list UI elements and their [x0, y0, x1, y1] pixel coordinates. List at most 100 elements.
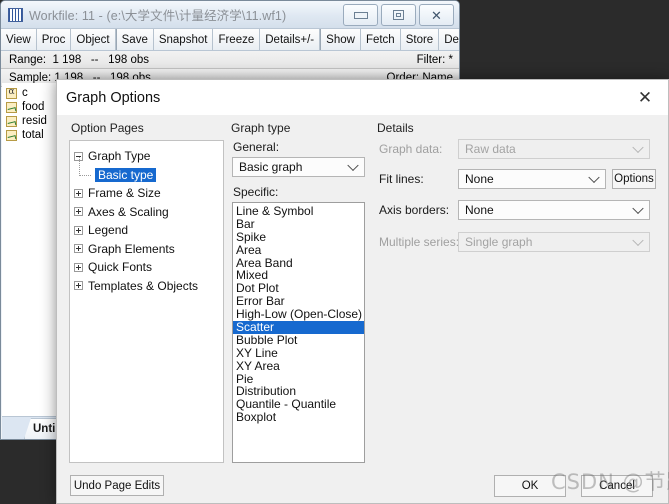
expand-expander-icon[interactable] [74, 262, 83, 272]
expand-expander-icon[interactable] [74, 188, 83, 198]
tree-node-label: Templates & Objects [88, 278, 199, 293]
graph-type-group-label: Graph type [231, 121, 291, 135]
tree-node-quick-fonts[interactable]: Quick Fonts [74, 258, 219, 277]
tree-node-label: Graph Type [88, 149, 151, 164]
list-item[interactable]: Bar [233, 217, 364, 231]
list-item[interactable]: Spike [233, 230, 364, 244]
minimize-icon [353, 11, 368, 19]
undo-page-edits-button[interactable]: Undo Page Edits [70, 475, 164, 496]
details-group-label: Details [377, 121, 414, 135]
list-item[interactable]: Line & Symbol [233, 205, 364, 218]
graph-data-value: Raw data [465, 142, 516, 156]
variable-name: resid [22, 115, 47, 127]
coefficient-icon [6, 87, 17, 99]
workfile-icon [8, 7, 23, 22]
variable-item-total[interactable]: total [2, 128, 60, 142]
fit-lines-value: None [465, 172, 494, 186]
maximize-button[interactable] [381, 4, 416, 26]
variable-item-food[interactable]: food [2, 100, 60, 114]
general-label: General: [233, 140, 280, 154]
maximize-icon [393, 10, 404, 20]
fit-lines-dropdown[interactable]: None [458, 169, 606, 189]
specific-graph-type-list[interactable]: Line & Symbol Bar Spike Area Area Band M… [232, 202, 365, 463]
chevron-down-icon [588, 171, 600, 184]
expand-expander-icon[interactable] [74, 281, 83, 291]
list-item[interactable]: Bubble Plot [233, 334, 364, 347]
general-graph-type-value: Basic graph [239, 160, 303, 174]
toolbar-button-store[interactable]: Store [401, 29, 440, 50]
toolbar-button-proc[interactable]: Proc [37, 29, 72, 50]
multiple-series-dropdown: Single graph [458, 232, 650, 252]
filter-label: Filter: * [416, 53, 453, 66]
chevron-down-icon [632, 141, 644, 154]
ok-button[interactable]: OK [494, 475, 566, 497]
window-controls: ✕ [343, 4, 454, 26]
list-item[interactable]: XY Area [233, 359, 364, 373]
dialog-body: Option Pages Graph Type Basic type Frame… [57, 115, 668, 503]
list-item[interactable]: Area [233, 243, 364, 257]
expand-expander-icon[interactable] [74, 225, 83, 235]
variable-name: c [22, 87, 28, 99]
range-row: Range: 1 198 -- 198 obs Filter: * [1, 51, 459, 69]
option-pages-label: Option Pages [71, 121, 144, 135]
toolbar-button-fetch[interactable]: Fetch [361, 29, 401, 50]
variable-item-c[interactable]: c [2, 86, 60, 100]
tree-node-label: Frame & Size [88, 186, 161, 201]
list-item-selected[interactable]: Scatter [233, 321, 364, 334]
tree-node-label: Quick Fonts [88, 260, 153, 275]
chevron-down-icon [632, 234, 644, 247]
tree-elbow-icon [79, 156, 91, 176]
dialog-close-icon[interactable]: ✕ [622, 80, 668, 115]
axis-borders-dropdown[interactable]: None [458, 200, 650, 220]
tree-node-graph-elements[interactable]: Graph Elements [74, 240, 219, 259]
tree-node-legend[interactable]: Legend [74, 221, 219, 240]
toolbar-button-freeze[interactable]: Freeze [213, 29, 261, 50]
fit-lines-options-button[interactable]: Options [612, 169, 656, 189]
expand-expander-icon[interactable] [74, 207, 83, 217]
general-graph-type-dropdown[interactable]: Basic graph [232, 157, 365, 177]
toolbar-button-snapshot[interactable]: Snapshot [154, 29, 214, 50]
tree-node-templates-objects[interactable]: Templates & Objects [74, 277, 219, 296]
chevron-down-icon [632, 202, 644, 215]
list-item[interactable]: Boxplot [233, 411, 364, 424]
dialog-title-bar: Graph Options ✕ [57, 80, 668, 115]
fit-lines-label: Fit lines: [379, 172, 424, 186]
toolbar-button-delete[interactable]: Delete [439, 29, 459, 50]
toolbar-button-show[interactable]: Show [321, 29, 361, 50]
series-icon [6, 115, 17, 127]
cancel-button[interactable]: Cancel [581, 475, 653, 497]
chevron-down-icon [347, 159, 359, 172]
series-icon [6, 101, 17, 113]
close-button[interactable]: ✕ [419, 4, 454, 26]
minimize-button[interactable] [343, 4, 378, 26]
toolbar-button-view[interactable]: View [1, 29, 37, 50]
tree-node-frame-size[interactable]: Frame & Size [74, 184, 219, 203]
expand-expander-icon[interactable] [74, 244, 83, 254]
graph-data-dropdown: Raw data [458, 139, 650, 159]
tree-node-axes-scaling[interactable]: Axes & Scaling [74, 203, 219, 222]
dialog-title: Graph Options [66, 89, 161, 106]
screen-root: Workfile: 11 - (e:\大学文件\计量经济学\11.wf1) ✕ … [0, 0, 669, 504]
list-item[interactable]: XY Line [233, 346, 364, 360]
axis-borders-value: None [465, 203, 494, 217]
window-title-bar: Workfile: 11 - (e:\大学文件\计量经济学\11.wf1) ✕ [1, 1, 459, 29]
toolbar-button-save[interactable]: Save [117, 29, 154, 50]
tree-node-label: Legend [88, 223, 129, 238]
option-pages-tree[interactable]: Graph Type Basic type Frame & Size Axes … [69, 140, 224, 463]
toolbar-button-details[interactable]: Details+/- [260, 29, 321, 50]
close-icon: ✕ [431, 7, 442, 23]
tree-node-label: Axes & Scaling [88, 204, 169, 219]
tree-node-basic-type[interactable]: Basic type [74, 156, 219, 185]
specific-label: Specific: [233, 185, 279, 199]
range-label: Range: 1 198 -- 198 obs [9, 53, 150, 66]
series-icon [6, 129, 17, 141]
variable-name: total [22, 129, 44, 141]
tree-node-label: Basic type [95, 167, 157, 182]
toolbar-button-object[interactable]: Object [71, 29, 116, 50]
variable-list: c food resid total [2, 83, 60, 142]
workfile-toolbar: View Proc Object Save Snapshot Freeze De… [1, 29, 459, 51]
variable-item-resid[interactable]: resid [2, 114, 60, 128]
window-title: Workfile: 11 - (e:\大学文件\计量经济学\11.wf1) [29, 9, 287, 23]
tree-node-graph-type[interactable]: Graph Type [74, 147, 219, 166]
graph-data-label: Graph data: [379, 142, 443, 156]
